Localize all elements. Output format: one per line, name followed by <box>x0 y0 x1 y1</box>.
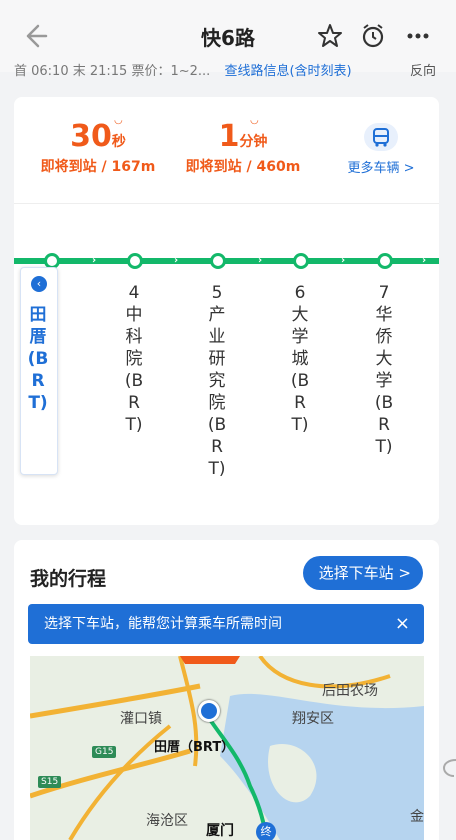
stop-node <box>210 253 226 269</box>
tip-text: 选择下车站，能帮您计算乘车所需时间 <box>44 616 282 632</box>
arrival-value: 30 <box>70 119 112 154</box>
arrival-status: 即将到站 / 167m <box>40 159 156 175</box>
map-label-current-stop: 田厝（BRT） <box>154 740 235 755</box>
stop-name-current[interactable]: 田厝(BRT) <box>27 304 49 414</box>
bus-arrival-card: 30秒 ◡ 即将到站 / 167m 1分钟 ◡ 即将到站 / 460m 更多车辆… <box>14 97 439 525</box>
map-label: 灌口镇 <box>120 711 162 727</box>
route-line <box>14 258 439 264</box>
arrival-value: 1 <box>218 119 240 154</box>
more-options-icon[interactable] <box>404 22 432 50</box>
more-buses-label: 更多车辆 > <box>347 161 415 176</box>
close-icon[interactable]: × <box>395 604 410 644</box>
direction-chevron-icon: › <box>422 255 427 266</box>
tip-banner: 选择下车站，能帮您计算乘车所需时间 × <box>28 604 424 644</box>
direction-chevron-icon: › <box>92 255 97 266</box>
arrival-info-2: 1分钟 ◡ 即将到站 / 460m <box>178 115 308 176</box>
stop-item[interactable]: 7 华侨大学(BRT) <box>373 282 395 458</box>
signal-wave-icon: ◡ <box>114 115 123 126</box>
map-label: 金 <box>410 809 424 825</box>
arrival-status: 即将到站 / 460m <box>185 159 301 175</box>
stop-item[interactable]: 5 产业研究院(BRT) <box>206 282 228 480</box>
alarm-clock-icon[interactable] <box>359 22 387 50</box>
chevron-left-icon: ‹ <box>31 276 47 292</box>
stop-label: 田厝(BRT) <box>27 305 49 413</box>
divider <box>14 203 439 204</box>
signal-wave-icon: ◡ <box>250 115 259 126</box>
my-trip-card: 我的行程 选择下车站 > 选择下车站，能帮您计算乘车所需时间 × 后田农场 灌口… <box>14 540 439 840</box>
select-alight-stop-button[interactable]: 选择下车站 > <box>302 556 423 590</box>
refresh-icon[interactable] <box>438 752 456 782</box>
stop-label: 华侨大学(BRT) <box>374 305 394 457</box>
direction-chevron-icon: › <box>258 255 263 266</box>
stop-index: 5 <box>211 283 223 303</box>
map-label: 后田农场 <box>322 683 378 699</box>
arrival-info-1: 30秒 ◡ 即将到站 / 167m <box>28 115 168 176</box>
stop-item[interactable]: 6 大学城(BRT) <box>289 282 311 436</box>
stop-node <box>377 253 393 269</box>
stop-node <box>293 253 309 269</box>
stop-label: 大学城(BRT) <box>290 305 310 435</box>
stop-item[interactable]: 4 中科院(BRT) <box>123 282 145 436</box>
star-icon[interactable] <box>316 22 344 50</box>
route-info-link[interactable]: 查线路信息(含时刻表) <box>224 64 351 79</box>
stop-label: 产业研究院(BRT) <box>207 305 227 479</box>
route-map[interactable]: 后田农场 灌口镇 翔安区 田厝（BRT） 海沧区 厦门 金 G15 S15 终 <box>30 656 424 840</box>
direction-chevron-icon: › <box>341 255 346 266</box>
end-stop-marker: 终 <box>256 822 276 840</box>
route-info-row: 首 06:10 末 21:15 票价：1~2... 查线路信息(含时刻表) 反向 <box>14 60 444 82</box>
stop-index: 6 <box>294 283 306 303</box>
arrival-unit: 分钟 <box>239 134 268 150</box>
stop-index: 7 <box>378 283 390 303</box>
highway-marker: G15 <box>92 746 117 758</box>
location-pin-icon <box>198 700 220 722</box>
bus-icon <box>364 123 398 151</box>
stop-index: 4 <box>128 283 140 303</box>
more-buses-button[interactable]: 更多车辆 > <box>341 123 421 176</box>
direction-chevron-icon: › <box>174 255 179 266</box>
route-schedule-text: 首 06:10 末 21:15 票价：1~2... <box>14 64 211 79</box>
reverse-direction-button[interactable]: 反向 <box>410 60 436 79</box>
map-label: 厦门 <box>206 823 234 839</box>
trip-title: 我的行程 <box>30 568 107 590</box>
stop-label: 中科院(BRT) <box>124 305 144 435</box>
stop-node <box>127 253 143 269</box>
arrival-unit: 秒 <box>111 134 126 150</box>
map-label: 翔安区 <box>292 711 334 727</box>
page-title: 快6路 <box>201 26 255 50</box>
map-label: 海沧区 <box>146 813 188 829</box>
highway-marker: S15 <box>38 776 62 788</box>
